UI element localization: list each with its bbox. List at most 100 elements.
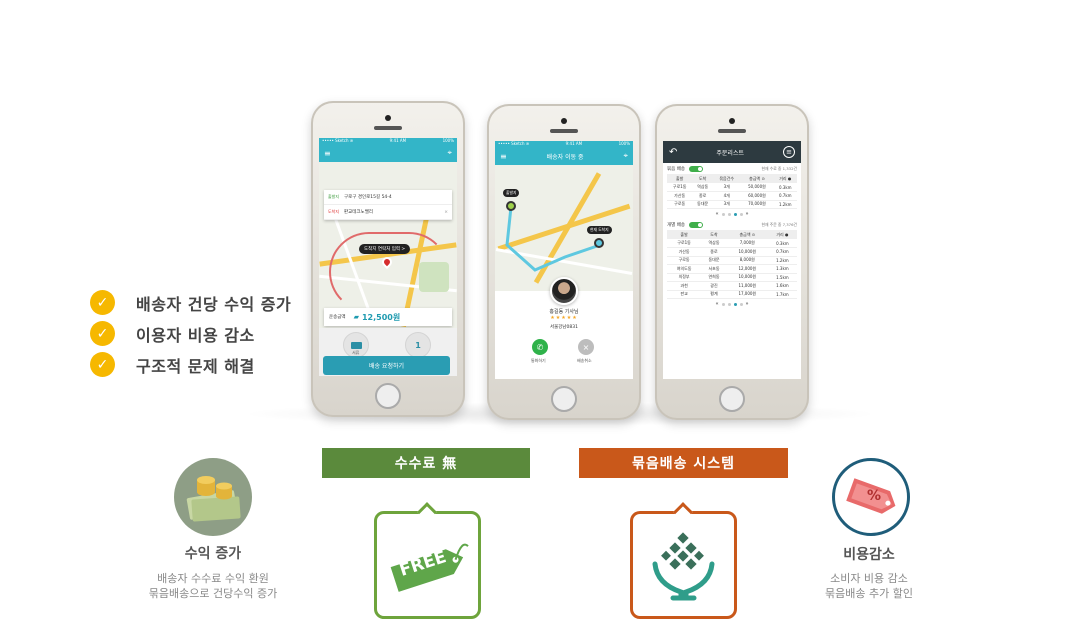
bundle-order-table: 출발 도착 묶음건수 총금액 ⊙ 거리 ● 구로1동 역삼동 3개 50,000… (667, 174, 797, 209)
page-dot[interactable] (727, 212, 731, 216)
column-header[interactable]: 거리 ● (773, 174, 797, 183)
bundle-toggle[interactable] (689, 165, 703, 172)
screen: ••••• Sketch ≋ 9:41 AM 100% ≡ 배송자 이동 중 ⌖… (495, 141, 633, 379)
cell-destination: 광진 (701, 281, 727, 291)
money-stack-icon (174, 458, 252, 536)
table-row[interactable]: 구로1동 역삼동 3개 50,000원 0.3km (667, 183, 797, 192)
column-header[interactable]: 총금액 ⊙ (726, 230, 768, 239)
home-button[interactable] (375, 383, 401, 409)
phone-icon: ✆ (536, 342, 544, 352)
cancel-delivery-button[interactable]: × (578, 339, 594, 355)
speaker-grille (550, 129, 578, 133)
cell-destination: 종로 (692, 191, 713, 201)
clock-text: 9:41 AM (565, 141, 583, 146)
cell-origin: 판교 (667, 290, 702, 299)
table-row[interactable]: 의정부 연희동 10,000원 1.5km (667, 273, 797, 282)
bundle-system-banner: 묶음배송 시스템 (579, 448, 788, 478)
single-section-header: 개별 배송 현재 주문 중 7,376건 (663, 219, 801, 230)
destination-contact-bubble[interactable]: 도착지 연락처 입력 > (359, 244, 411, 254)
clock-text: 9:41 AM (389, 138, 407, 143)
table-row[interactable]: 가산동 종로 10,000원 0.7km (667, 247, 797, 257)
page-dot-active[interactable] (733, 302, 737, 306)
column-header[interactable]: 도착 (692, 174, 713, 183)
page-dot[interactable] (721, 212, 725, 216)
cell-distance: 0.7km (773, 191, 797, 201)
column-header[interactable]: 출발 (667, 174, 693, 183)
table-row[interactable]: 구로동 동대문 8,000원 1.2km (667, 256, 797, 265)
end-pin-icon (594, 238, 604, 248)
feature-checklist: ✓ 배송자 건당 수익 증가 ✓ 이용자 비용 감소 ✓ 구조적 문제 해결 (90, 287, 291, 380)
pickup-address: 구로구 경인로15길 54-4 (344, 195, 392, 200)
map-view[interactable]: 출발지 구로구 경인로15길 54-4 도착지 판교테크노밸리 × 도착지 연락… (319, 162, 457, 328)
pager-next-icon[interactable]: » (746, 211, 749, 217)
table-row[interactable]: 여의도동 서초동 12,000원 1.3km (667, 264, 797, 274)
table-row[interactable]: 판교 평계 17,000원 1.7km (667, 290, 797, 299)
checklist-label: 구조적 문제 해결 (136, 356, 255, 376)
map-view[interactable]: 출발지 현재 도착지 (495, 165, 633, 291)
fee-label: 운송금액 (329, 315, 346, 320)
bundle-count-note: 현재 수료 중 1,332건 (761, 165, 797, 171)
column-header[interactable]: 거리 ● (767, 230, 797, 239)
single-count-note: 현재 주문 중 7,376건 (761, 221, 797, 227)
cell-amount: 70,000원 (740, 200, 774, 209)
home-button[interactable] (551, 386, 577, 412)
pager-prev-icon[interactable]: « (715, 301, 718, 307)
page-dot-active[interactable] (733, 212, 737, 216)
cell-amount: 8,000원 (726, 256, 768, 265)
cell-destination: 동대문 (692, 200, 713, 209)
speaker-grille (374, 126, 402, 130)
column-header[interactable]: 도착 (701, 230, 727, 239)
page-dot[interactable] (727, 302, 731, 306)
pager-prev-icon[interactable]: « (715, 211, 718, 217)
table-row[interactable]: 구로1동 역삼동 7,000원 0.3km (667, 239, 797, 248)
page-dot[interactable] (721, 302, 725, 306)
column-header[interactable]: 총금액 ⊙ (740, 174, 774, 183)
destination-row[interactable]: 도착지 판교테크노밸리 × (324, 205, 452, 220)
cell-destination: 역삼동 (692, 183, 713, 192)
table-row[interactable]: 가산동 종로 4개 60,000원 0.7km (667, 191, 797, 201)
column-header[interactable]: 출발 (667, 230, 702, 239)
phone-order-list-screen: ↶ 주문리스트 ≡ 묶음 배송 현재 수료 중 1,332건 출발 도착 묶음건… (655, 104, 809, 420)
start-label: 출발지 (503, 189, 520, 197)
home-button[interactable] (719, 386, 745, 412)
item-count-button[interactable]: 1 (405, 332, 431, 358)
page-dot[interactable] (739, 212, 743, 216)
check-icon: ✓ (90, 321, 115, 346)
phone-request-screen: ••••• Sketch ≋ 9:41 AM 100% ≡ ⌖ 출발지 구로구 … (311, 101, 465, 417)
cell-distance: 0.3km (767, 239, 797, 248)
cell-destination: 서초동 (701, 264, 727, 274)
check-icon: ✓ (90, 352, 115, 377)
start-pin-icon (506, 201, 516, 211)
saving-title: 비용감소 (843, 547, 895, 563)
page-dot[interactable] (739, 302, 743, 306)
menu-circle-icon[interactable]: ≡ (783, 146, 795, 158)
request-delivery-button[interactable]: 배송 요청하기 (323, 356, 450, 375)
cash-icon: ▰ (353, 313, 359, 321)
bundle-section-header: 묶음 배송 현재 수료 중 1,332건 (663, 163, 801, 174)
hamburger-menu-icon[interactable]: ≡ (324, 149, 331, 158)
table-row[interactable]: 과천 광진 11,000원 1.6km (667, 281, 797, 291)
single-section-title: 개별 배송 (667, 222, 685, 228)
close-icon[interactable]: × (444, 210, 448, 215)
cell-amount: 50,000원 (740, 183, 774, 192)
camera-icon (385, 115, 391, 121)
single-toggle[interactable] (689, 221, 703, 228)
location-pin-icon[interactable]: ⌖ (623, 151, 628, 161)
cell-amount: 10,000원 (726, 247, 768, 257)
cancel-label: 배송취소 (577, 358, 592, 363)
app-bar: ↶ 주문리스트 ≡ (663, 141, 801, 163)
hamburger-menu-icon[interactable]: ≡ (500, 152, 507, 161)
percent-symbol: % (867, 488, 882, 504)
call-button[interactable]: ✆ (532, 339, 548, 355)
battery-text: 100% (442, 138, 454, 143)
address-card[interactable]: 출발지 구로구 경인로15길 54-4 도착지 판교테크노밸리 × (324, 190, 452, 220)
cell-amount: 7,000원 (726, 239, 768, 248)
cell-origin: 구로1동 (667, 239, 702, 248)
table-row[interactable]: 구로동 동대문 3개 70,000원 1.2km (667, 200, 797, 209)
location-pin-icon[interactable]: ⌖ (447, 148, 452, 158)
back-arrow-icon[interactable]: ↶ (669, 147, 677, 158)
fee-value: 12,500원 (361, 312, 401, 322)
pickup-row[interactable]: 출발지 구로구 경인로15길 54-4 (324, 190, 452, 205)
column-header[interactable]: 묶음건수 (712, 174, 741, 183)
pager-next-icon[interactable]: » (746, 301, 749, 307)
